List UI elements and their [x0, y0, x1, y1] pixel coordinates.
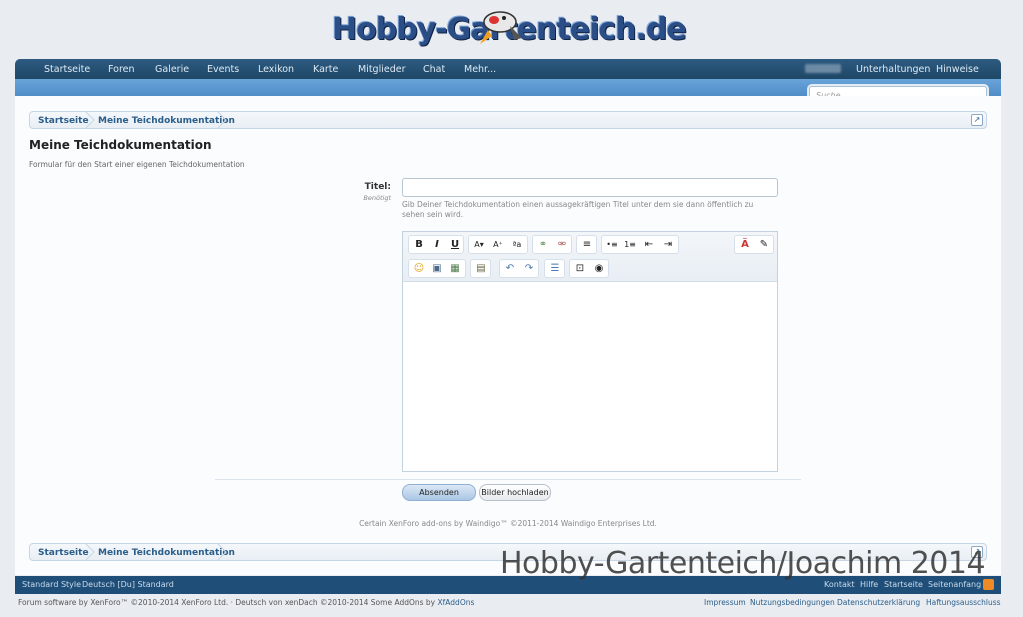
toolbar-group-gallery: ⊡ ◉ — [569, 259, 609, 278]
language-chooser-link[interactable]: Deutsch [Du] Standard — [82, 580, 174, 589]
copyright: Forum software by XenForo™ ©2010-2014 Xe… — [18, 598, 474, 607]
nav-startseite[interactable]: Startseite — [44, 64, 90, 75]
breadcrumb-startseite[interactable]: Startseite — [38, 116, 89, 126]
content-area: Startseite Meine Teichdokumentation ↗ Me… — [15, 96, 1001, 575]
italic-icon[interactable]: I — [429, 238, 445, 252]
toolbar-group-code: ▤ — [470, 259, 491, 278]
rich-text-editor[interactable]: B I U A▾ A⁺ ªa ⚭ ⚮ ≡ •≡ 1≡ ⇤ ⇥ Ä ✎ ☺ ▣ ▦… — [402, 231, 778, 472]
nav-karte[interactable]: Karte — [313, 64, 338, 75]
editor-toolbar: B I U A▾ A⁺ ªa ⚭ ⚮ ≡ •≡ 1≡ ⇤ ⇥ Ä ✎ ☺ ▣ ▦… — [403, 232, 777, 282]
required-label: Benötigt — [363, 194, 391, 202]
nav-chat[interactable]: Chat — [423, 64, 445, 75]
addon-credit: Certain XenForo add-ons by Waindigo™ ©20… — [359, 519, 657, 528]
nav-events[interactable]: Events — [207, 64, 239, 75]
footer-kontakt-link[interactable]: Kontakt — [824, 580, 855, 589]
toolbar-group-link: ⚭ ⚮ — [532, 235, 572, 254]
nav-mitglieder[interactable]: Mitglieder — [358, 64, 406, 75]
gallery-icon[interactable]: ⊡ — [572, 262, 588, 276]
indent-icon[interactable]: ⇥ — [660, 238, 676, 252]
toolbar-group-template: ☰ — [544, 259, 565, 278]
toggle-bbcode-icon[interactable]: ✎ — [756, 238, 772, 252]
align-icon[interactable]: ≡ — [579, 238, 595, 252]
chevron-right-icon — [216, 111, 227, 129]
bullet-list-icon[interactable]: •≡ — [604, 238, 620, 252]
breadcrumb-teichdoku[interactable]: Meine Teichdokumentation — [98, 548, 235, 558]
unlink-icon[interactable]: ⚮ — [554, 238, 570, 252]
nav-username-blurred[interactable] — [805, 64, 841, 73]
bold-icon[interactable]: B — [411, 238, 427, 252]
chevron-right-icon — [84, 543, 95, 561]
site-logo[interactable]: Hobby-Gartenteich.de — [328, 4, 688, 54]
nutzungsbedingungen-link[interactable]: Nutzungsbedingungen — [750, 598, 835, 607]
submit-button[interactable]: Absenden — [402, 484, 476, 501]
nav-foren[interactable]: Foren — [108, 64, 135, 75]
breadcrumb-startseite[interactable]: Startseite — [38, 548, 89, 558]
nav-hinweise[interactable]: Hinweise — [936, 64, 979, 75]
camera-icon[interactable]: ◉ — [591, 262, 607, 276]
font-size-icon[interactable]: A⁺ — [490, 238, 506, 252]
jump-to-icon[interactable]: ↗ — [971, 114, 983, 126]
chevron-right-icon — [216, 543, 227, 561]
nav-lexikon[interactable]: Lexikon — [258, 64, 294, 75]
font-family-icon[interactable]: ªa — [509, 238, 525, 252]
toolbar-group-tools: Ä ✎ — [734, 235, 774, 254]
breadcrumb-teichdoku[interactable]: Meine Teichdokumentation — [98, 116, 235, 126]
header: Hobby-Gartenteich.de — [0, 0, 1023, 58]
spellcheck-icon[interactable]: Ä — [737, 238, 753, 252]
title-label: Titel: — [364, 182, 391, 192]
haftungsausschluss-link[interactable]: Haftungsausschluss — [926, 598, 1001, 607]
koi-fish-icon — [480, 11, 522, 44]
footer-hilfe-link[interactable]: Hilfe — [860, 580, 878, 589]
impressum-link[interactable]: Impressum — [704, 598, 746, 607]
template-icon[interactable]: ☰ — [547, 262, 563, 276]
page-description: Formular für den Start einer eigenen Tei… — [29, 160, 245, 169]
watermark: Hobby-Gartenteich/Joachim 2014 — [500, 546, 986, 581]
code-icon[interactable]: ▤ — [473, 262, 489, 276]
footer-startseite-link[interactable]: Startseite — [884, 580, 923, 589]
page-title: Meine Teichdokumentation — [29, 138, 212, 152]
footer-seitenanfang-link[interactable]: Seitenanfang — [928, 580, 981, 589]
toolbar-group-list: •≡ 1≡ ⇤ ⇥ — [601, 235, 679, 254]
font-color-icon[interactable]: A▾ — [471, 238, 487, 252]
main-navigation: Startseite Foren Galerie Events Lexikon … — [15, 59, 1001, 79]
numbered-list-icon[interactable]: 1≡ — [622, 238, 638, 252]
form-divider — [215, 479, 801, 480]
undo-icon[interactable]: ↶ — [502, 262, 518, 276]
title-hint: Gib Deiner Teichdokumentation einen auss… — [402, 200, 754, 219]
media-icon[interactable]: ▦ — [447, 262, 463, 276]
title-input[interactable] — [402, 178, 778, 197]
style-chooser-link[interactable]: Standard Style — [22, 580, 81, 589]
copyright-text: Forum software by XenForo™ ©2010-2014 Xe… — [18, 598, 436, 607]
redo-icon[interactable]: ↷ — [521, 262, 537, 276]
link-icon[interactable]: ⚭ — [535, 238, 551, 252]
toolbar-group-media: ☺ ▣ ▦ — [408, 259, 466, 278]
breadcrumb: Startseite Meine Teichdokumentation ↗ — [29, 111, 987, 129]
smilies-icon[interactable]: ☺ — [411, 262, 427, 276]
underline-icon[interactable]: U — [447, 238, 463, 252]
nav-galerie[interactable]: Galerie — [155, 64, 189, 75]
nav-unterhaltungen[interactable]: Unterhaltungen — [856, 64, 930, 75]
toolbar-group-history: ↶ ↷ — [499, 259, 539, 278]
outdent-icon[interactable]: ⇤ — [641, 238, 657, 252]
image-icon[interactable]: ▣ — [429, 262, 445, 276]
upload-images-button[interactable]: Bilder hochladen — [479, 484, 551, 501]
toolbar-group-font: A▾ A⁺ ªa — [468, 235, 528, 254]
nav-mehr[interactable]: Mehr... — [464, 64, 496, 75]
datenschutz-link[interactable]: Datenschutzerklärung — [837, 598, 920, 607]
toolbar-group-align: ≡ — [576, 235, 597, 254]
xfaddons-link[interactable]: XfAddOns — [438, 598, 475, 607]
toolbar-group-format: B I U — [408, 235, 464, 254]
chevron-right-icon — [84, 111, 95, 129]
